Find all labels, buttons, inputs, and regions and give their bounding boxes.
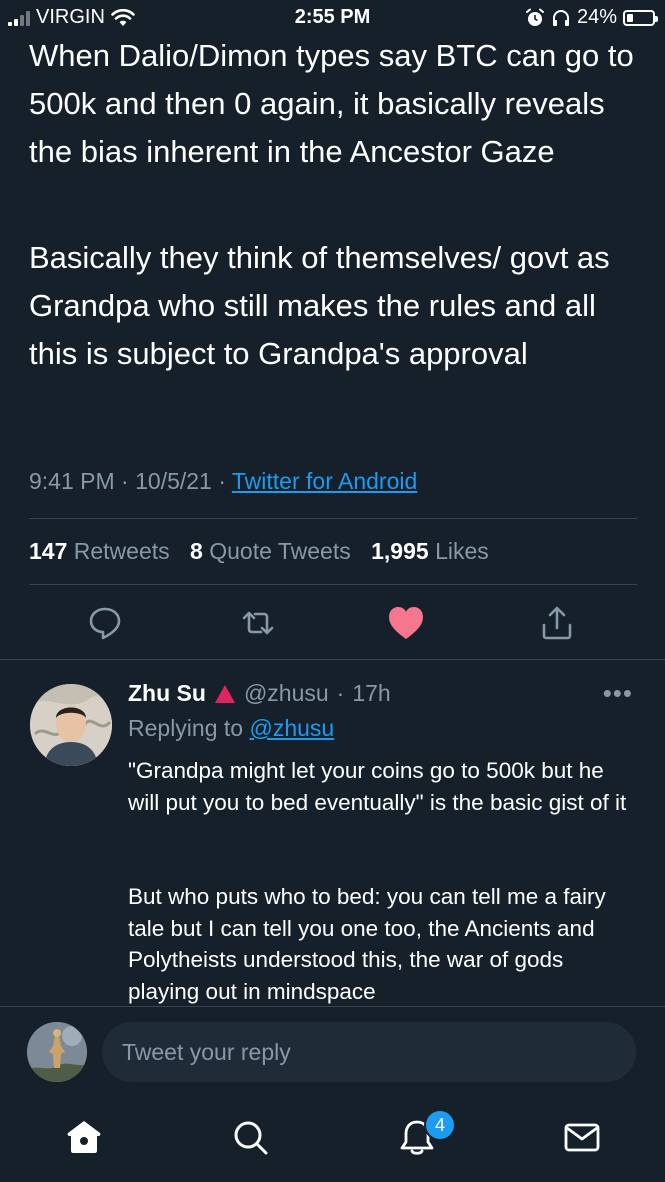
tweet-date: 10/5/21: [135, 468, 212, 494]
status-right-group: 24%: [525, 6, 658, 29]
status-bar: VIRGIN 2:55 PM 24%: [0, 0, 665, 36]
reply-text-paragraph-2: But who puts who to bed: you can tell me…: [128, 884, 606, 1004]
retweets-stat[interactable]: 147 Retweets: [29, 538, 170, 564]
home-icon: [67, 1121, 101, 1153]
likes-count: 1,995: [371, 538, 429, 564]
heart-icon: [389, 607, 423, 639]
reply-author-handle[interactable]: @zhusu: [244, 680, 329, 707]
more-options-icon[interactable]: •••: [603, 678, 633, 709]
notifications-badge: 4: [424, 1109, 456, 1141]
likes-label: Likes: [435, 538, 489, 564]
alarm-icon: [525, 8, 544, 26]
battery-percent: 24%: [576, 6, 617, 28]
tweet-text-paragraph-1: When Dalio/Dimon types say BTC can go to…: [29, 38, 634, 169]
tab-messages[interactable]: [560, 1115, 604, 1159]
replying-to-label: Replying to: [128, 715, 244, 741]
meta-separator: ·: [218, 468, 226, 494]
retweet-icon: [242, 611, 274, 635]
triangle-badge-icon: [214, 684, 235, 703]
reply-author-line: Zhu Su @zhusu · 17h: [128, 680, 391, 707]
like-button[interactable]: [386, 603, 426, 643]
tab-home[interactable]: [62, 1115, 106, 1159]
replying-to-handle-link[interactable]: @zhusu: [249, 715, 334, 741]
tweet-meta: 9:41 PM · 10/5/21 · Twitter for Android: [29, 468, 417, 495]
reply-age: 17h: [352, 680, 391, 706]
reply-author-name[interactable]: Zhu Su: [128, 680, 206, 707]
retweet-button[interactable]: [238, 603, 278, 643]
headphones-icon: [552, 9, 569, 26]
divider: [29, 584, 637, 585]
tweet-stats: 147 Retweets 8 Quote Tweets 1,995 Likes: [29, 538, 503, 565]
messages-icon: [564, 1123, 600, 1152]
avatar-image: [30, 684, 112, 766]
battery-icon: [623, 9, 658, 26]
reply-input[interactable]: [102, 1022, 636, 1082]
share-icon: [542, 606, 572, 640]
quote-tweets-count: 8: [190, 538, 203, 564]
search-icon: [234, 1121, 268, 1155]
quote-tweets-label: Quote Tweets: [209, 538, 351, 564]
retweets-count: 147: [29, 538, 68, 564]
my-avatar[interactable]: [27, 1022, 87, 1082]
likes-stat[interactable]: 1,995 Likes: [371, 538, 489, 564]
retweets-label: Retweets: [73, 538, 170, 564]
divider: [29, 518, 637, 519]
my-avatar-image: [27, 1022, 87, 1082]
meta-separator: ·: [121, 468, 129, 494]
meta-separator: ·: [336, 680, 345, 706]
share-button[interactable]: [537, 603, 577, 643]
battery-level: [627, 13, 633, 22]
replying-to: Replying to @zhusu: [128, 715, 334, 742]
tweet-time: 9:41 PM: [29, 468, 115, 494]
divider: [0, 659, 665, 660]
reply-button[interactable]: [85, 603, 125, 643]
avatar[interactable]: [30, 684, 112, 766]
quote-tweets-stat[interactable]: 8 Quote Tweets: [190, 538, 351, 564]
tweet-text-paragraph-2: Basically they think of themselves/ govt…: [29, 240, 610, 371]
reply-icon: [89, 607, 121, 640]
reply-text-paragraph-1: "Grandpa might let your coins go to 500k…: [128, 758, 627, 815]
tweet-source-link[interactable]: Twitter for Android: [232, 468, 417, 494]
tab-search[interactable]: [228, 1115, 272, 1159]
